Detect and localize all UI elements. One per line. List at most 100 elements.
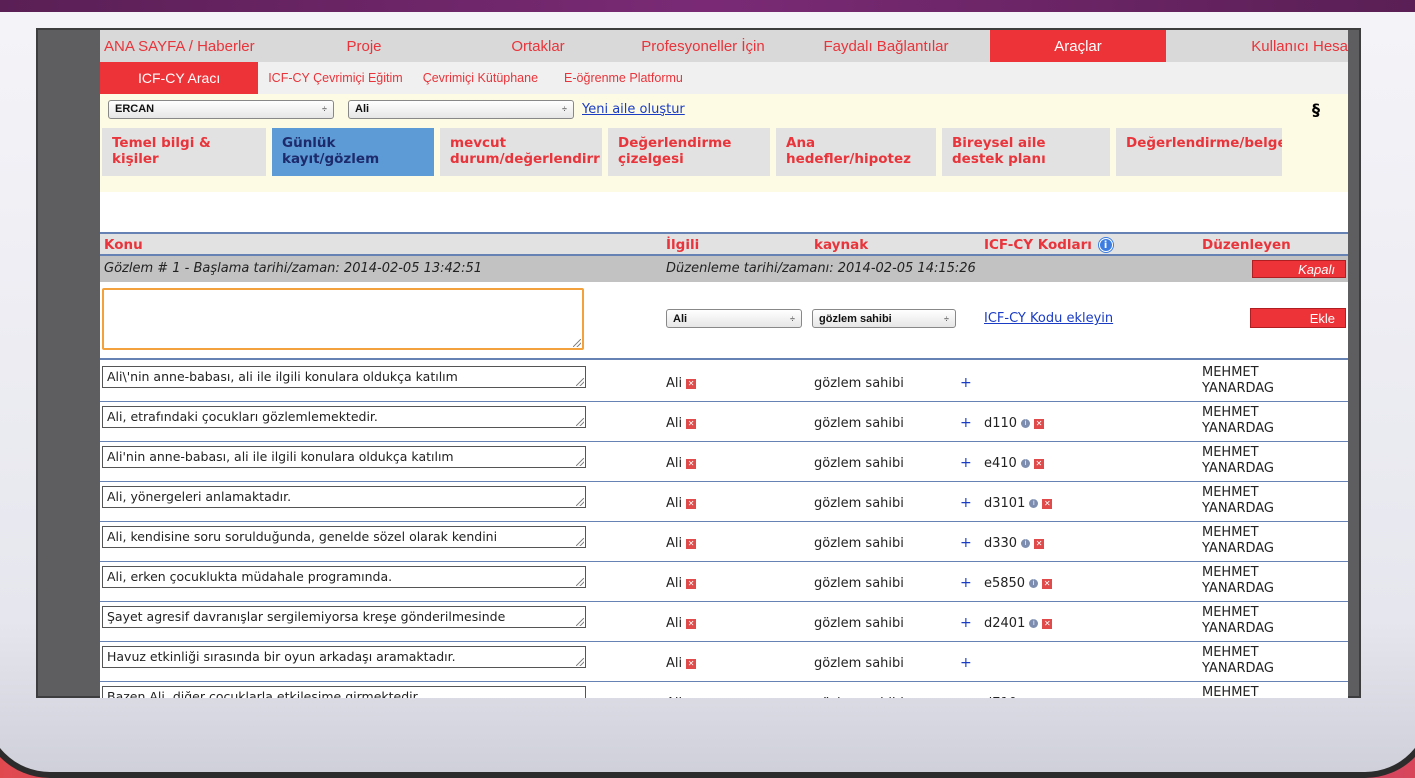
table-row: Şayet agresif davranışlar sergilemiyorsa…: [100, 602, 1348, 642]
remove-ilgili-icon[interactable]: ✕: [686, 378, 697, 389]
tab-current-status[interactable]: mevcut durum/değerlendirr: [440, 128, 602, 176]
main-nav-item-user-account[interactable]: Kullanıcı Hesa: [1166, 30, 1348, 62]
kaynak-select[interactable]: gözlem sahibi ÷: [812, 309, 956, 328]
icf-code[interactable]: d330 i ✕: [984, 536, 1045, 551]
resize-grip-icon[interactable]: [576, 618, 584, 626]
section-sign[interactable]: §: [1312, 100, 1320, 119]
new-entry-textarea[interactable]: [102, 288, 584, 350]
remove-code-icon[interactable]: ✕: [1033, 458, 1044, 469]
family-select[interactable]: ERCAN ÷: [108, 99, 334, 119]
resize-grip-icon[interactable]: [576, 658, 584, 666]
tab-family-support-plan[interactable]: Bireysel aile destek planı: [942, 128, 1110, 176]
info-icon[interactable]: i: [1020, 459, 1030, 468]
remove-ilgili-icon[interactable]: ✕: [686, 458, 697, 469]
ilgili-select[interactable]: Ali ÷: [666, 309, 802, 328]
remove-ilgili-icon[interactable]: ✕: [686, 498, 697, 509]
remove-ilgili-icon[interactable]: ✕: [686, 658, 697, 669]
entry-textarea[interactable]: Ali'nin anne-babası, ali ile ilgili konu…: [102, 446, 586, 468]
resize-grip-icon[interactable]: [576, 378, 584, 386]
remove-code-icon[interactable]: ✕: [1034, 538, 1045, 549]
observation-edit: Düzenleme tarihi/zamanı: 2014-02-05 14:1…: [666, 261, 976, 276]
tab-daily-log[interactable]: Günlük kayıt/gözlem: [272, 128, 434, 176]
resize-grip-icon[interactable]: [576, 458, 584, 466]
add-code-plus-icon[interactable]: +: [960, 455, 972, 471]
tab-label-line1: Değerlendirme/belgel: [1126, 135, 1282, 151]
header-editor: Düzenleyen: [1202, 237, 1291, 253]
remove-ilgili-icon[interactable]: ✕: [686, 618, 697, 629]
add-code-plus-icon[interactable]: +: [960, 615, 972, 631]
remove-ilgili-icon[interactable]: ✕: [686, 418, 697, 429]
info-icon[interactable]: i: [1029, 499, 1039, 508]
entry-textarea[interactable]: Ali, yönergeleri anlamaktadır.: [102, 486, 586, 508]
child-select[interactable]: Ali ÷: [348, 99, 574, 119]
app-window: ANA SAYFA / Haberler Proje Ortaklar Prof…: [100, 30, 1348, 698]
icf-code[interactable]: e410 i ✕: [984, 456, 1044, 471]
tab-assessment-documents[interactable]: Değerlendirme/belgel: [1116, 128, 1282, 176]
add-code-plus-icon[interactable]: +: [960, 655, 972, 671]
info-icon[interactable]: i: [1029, 619, 1039, 628]
sub-nav-item-online-training[interactable]: ICF-CY Çevrimiçi Eğitim: [258, 62, 413, 94]
sub-nav-item-online-library[interactable]: Çevrimiçi Kütüphane: [413, 62, 548, 94]
main-nav-item-project[interactable]: Proje: [276, 30, 452, 62]
info-icon[interactable]: i: [1098, 238, 1113, 252]
add-icf-code-link[interactable]: ICF-CY Kodu ekleyin: [984, 311, 1113, 326]
remove-code-icon[interactable]: ✕: [1042, 498, 1053, 509]
main-nav-item-home[interactable]: ANA SAYFA / Haberler: [100, 30, 276, 62]
remove-code-icon[interactable]: ✕: [1034, 418, 1045, 429]
sub-nav-item-elearning[interactable]: E-öğrenme Platformu: [548, 62, 693, 94]
entry-textarea[interactable]: Ali\'nin anne-babası, ali ile ilgili kon…: [102, 366, 586, 388]
icf-code[interactable]: d2401 i ✕: [984, 616, 1053, 631]
select-arrows-icon: ÷: [790, 313, 795, 324]
table-row: Ali, yönergeleri anlamaktadır. Ali ✕ gözl…: [100, 482, 1348, 522]
main-nav-item-useful-links[interactable]: Faydalı Bağlantılar: [782, 30, 990, 62]
tab-assessment-chart[interactable]: Değerlendirme çizelgesi: [608, 128, 770, 176]
add-code-plus-icon[interactable]: +: [960, 415, 972, 431]
editor-first-line: MEHMET: [1202, 565, 1259, 580]
icf-code[interactable]: d3101 i ✕: [984, 496, 1053, 511]
resize-grip-icon[interactable]: [576, 538, 584, 546]
editor-second-line: YANARDAG: [1202, 381, 1274, 396]
resize-grip-icon[interactable]: [573, 339, 581, 347]
tab-main-goals[interactable]: Ana hedefler/hipotez: [776, 128, 936, 176]
sub-nav-item-icf-tool[interactable]: ICF-CY Aracı: [100, 62, 259, 94]
editor-second-line: YANARDAG: [1202, 581, 1274, 596]
remove-code-icon[interactable]: ✕: [1042, 578, 1053, 589]
add-code-plus-icon[interactable]: +: [960, 535, 972, 551]
add-code-plus-icon[interactable]: +: [960, 695, 972, 698]
remove-ilgili-icon[interactable]: ✕: [686, 578, 697, 589]
tab-basic-info[interactable]: Temel bilgi & kişiler: [102, 128, 266, 176]
entry-ilgili-label: Ali: [666, 656, 683, 671]
remove-code-icon[interactable]: ✕: [1042, 618, 1053, 629]
entry-ilgili-label: Ali: [666, 416, 683, 431]
resize-grip-icon[interactable]: [576, 418, 584, 426]
main-nav-item-partners[interactable]: Ortaklar: [452, 30, 624, 62]
tab-bar: Temel bilgi & kişiler Günlük kayıt/gözle…: [100, 124, 1348, 192]
entry-ilgili: Ali✕: [666, 456, 697, 471]
icf-code[interactable]: d110 i ✕: [984, 416, 1045, 431]
main-nav-item-tools[interactable]: Araçlar: [990, 30, 1166, 62]
new-family-link[interactable]: Yeni aile oluştur: [582, 102, 685, 117]
add-code-plus-icon[interactable]: +: [960, 495, 972, 511]
close-observation-button[interactable]: Kapalı: [1252, 260, 1346, 278]
info-icon[interactable]: i: [1021, 419, 1031, 428]
entry-textarea[interactable]: Ali, etrafındaki çocukları gözlemlemekte…: [102, 406, 586, 428]
entry-textarea[interactable]: Ali, kendisine soru sorulduğunda, geneld…: [102, 526, 586, 548]
info-icon[interactable]: i: [1029, 579, 1039, 588]
editor-first-line: MEHMET: [1202, 605, 1259, 620]
add-button[interactable]: Ekle: [1250, 308, 1346, 328]
resize-grip-icon[interactable]: [576, 498, 584, 506]
add-code-plus-icon[interactable]: +: [960, 575, 972, 591]
info-icon[interactable]: i: [1021, 539, 1031, 548]
entry-textarea[interactable]: Havuz etkinliği sırasında bir oyun arkad…: [102, 646, 586, 668]
entry-textarea[interactable]: Şayet agresif davranışlar sergilemiyorsa…: [102, 606, 586, 628]
main-nav-item-professionals[interactable]: Profesyoneller İçin: [624, 30, 782, 62]
entry-ilgili: Ali✕: [666, 616, 697, 631]
remove-ilgili-icon[interactable]: ✕: [686, 538, 697, 549]
entry-textarea[interactable]: Bazen Ali, diğer çocuklarla etkileşime g…: [102, 686, 586, 698]
resize-grip-icon[interactable]: [576, 578, 584, 586]
icf-code[interactable]: d710i✕: [984, 696, 1044, 698]
icf-code[interactable]: e5850 i ✕: [984, 576, 1053, 591]
entry-textarea[interactable]: Ali, erken çocuklukta müdahale programın…: [102, 566, 586, 588]
editor-first-line: MEHMET: [1202, 685, 1259, 698]
add-code-plus-icon[interactable]: +: [960, 375, 972, 391]
